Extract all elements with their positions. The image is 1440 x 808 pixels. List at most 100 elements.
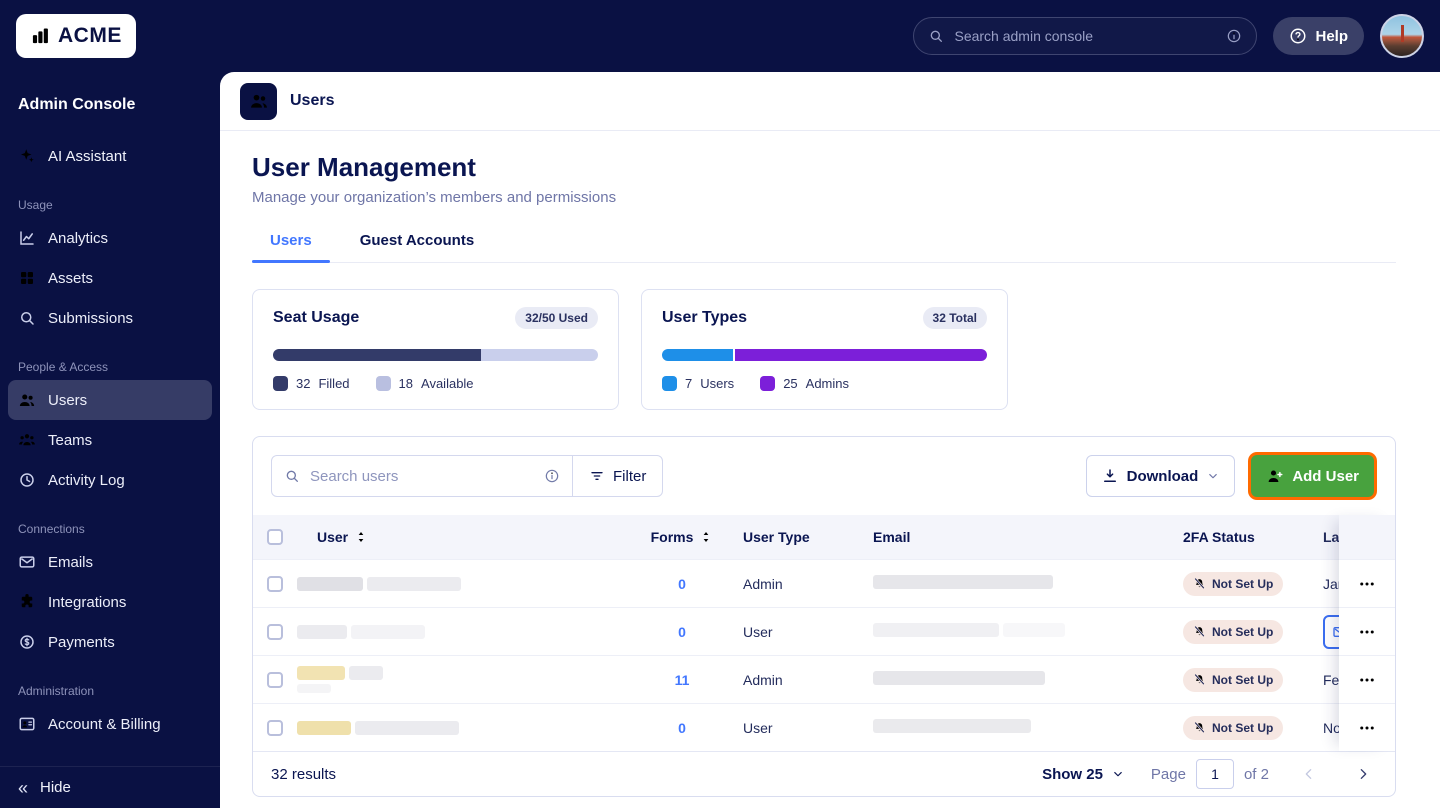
sparkles-icon bbox=[18, 147, 36, 165]
info-icon[interactable] bbox=[544, 468, 560, 484]
next-page-button[interactable] bbox=[1349, 760, 1377, 788]
seat-available-segment bbox=[481, 349, 598, 361]
sidebar-item-users[interactable]: Users bbox=[8, 380, 212, 420]
row-checkbox[interactable] bbox=[267, 672, 283, 688]
sidebar-hide-button[interactable]: « Hide bbox=[0, 766, 220, 808]
user-search bbox=[272, 456, 572, 496]
column-header-user[interactable]: User bbox=[317, 529, 348, 545]
sidebar-item-assets[interactable]: Assets bbox=[8, 258, 212, 298]
row-actions-button[interactable] bbox=[1352, 665, 1382, 695]
sidebar-section-people-access: People & Access bbox=[0, 360, 220, 374]
sidebar-item-label: Users bbox=[48, 392, 87, 409]
page-title: User Management bbox=[252, 152, 1396, 183]
sidebar-item-teams[interactable]: Teams bbox=[8, 420, 212, 460]
user-search-input[interactable] bbox=[310, 468, 534, 485]
clock-icon bbox=[18, 471, 36, 489]
sidebar-item-analytics[interactable]: Analytics bbox=[8, 218, 212, 258]
user-avatar[interactable] bbox=[1380, 14, 1424, 58]
legend-swatch bbox=[760, 376, 775, 391]
table-toolbar: Filter Download Add User bbox=[253, 437, 1395, 515]
sidebar-item-submissions[interactable]: Submissions bbox=[8, 298, 212, 338]
add-user-button[interactable]: Add User bbox=[1251, 455, 1374, 497]
redacted-user-name bbox=[297, 625, 647, 639]
table-row[interactable]: 0 User Not Set Up Nov bbox=[253, 703, 1395, 751]
row-actions-button[interactable] bbox=[1352, 713, 1382, 743]
filter-button[interactable]: Filter bbox=[573, 456, 662, 496]
sidebar-section-usage: Usage bbox=[0, 198, 220, 212]
download-button[interactable]: Download bbox=[1086, 455, 1236, 497]
user-type-cell: User bbox=[743, 720, 873, 736]
row-actions-button[interactable] bbox=[1352, 617, 1382, 647]
search-icon bbox=[284, 468, 300, 484]
sidebar-item-integrations[interactable]: Integrations bbox=[8, 582, 212, 622]
redacted-user-name bbox=[297, 721, 647, 735]
column-header-user-type: User Type bbox=[743, 529, 873, 545]
bell-slash-icon bbox=[1193, 673, 1206, 686]
sidebar-item-payments[interactable]: Payments bbox=[8, 622, 212, 662]
sidebar-item-ai-assistant[interactable]: AI Assistant bbox=[0, 136, 220, 176]
admin-search-input[interactable] bbox=[954, 28, 1216, 44]
puzzle-icon bbox=[18, 593, 36, 611]
id-card-icon bbox=[18, 715, 36, 733]
table-row[interactable]: 0 Admin Not Set Up Jan bbox=[253, 559, 1395, 607]
row-checkbox[interactable] bbox=[267, 720, 283, 736]
page-label: Page bbox=[1151, 766, 1186, 783]
user-types-badge: 32 Total bbox=[923, 307, 987, 329]
sidebar-item-label: Activity Log bbox=[48, 472, 125, 489]
row-checkbox[interactable] bbox=[267, 624, 283, 640]
redacted-email bbox=[873, 575, 1183, 592]
redacted-email bbox=[873, 719, 1183, 736]
sort-icon[interactable] bbox=[699, 530, 713, 544]
grid-icon bbox=[18, 269, 36, 287]
chevron-left-icon bbox=[1301, 766, 1317, 782]
sidebar-item-activity-log[interactable]: Activity Log bbox=[8, 460, 212, 500]
info-icon[interactable] bbox=[1226, 28, 1242, 44]
users-header-icon bbox=[240, 83, 277, 120]
logo-text: ACME bbox=[58, 24, 122, 48]
acme-logo[interactable]: ACME bbox=[16, 14, 136, 58]
logo-mark-icon bbox=[30, 26, 50, 46]
sort-icon[interactable] bbox=[354, 530, 368, 544]
forms-count-link[interactable]: 0 bbox=[678, 720, 686, 736]
chevron-down-icon bbox=[1206, 469, 1220, 483]
tfa-status-badge: Not Set Up bbox=[1183, 620, 1283, 644]
user-type-cell: Admin bbox=[743, 672, 873, 688]
tab-guest-accounts[interactable]: Guest Accounts bbox=[342, 232, 492, 262]
previous-page-button[interactable] bbox=[1295, 760, 1323, 788]
seat-filled-segment bbox=[273, 349, 481, 361]
download-label: Download bbox=[1127, 468, 1199, 485]
help-button[interactable]: Help bbox=[1273, 17, 1364, 55]
sidebar-item-label: Integrations bbox=[48, 594, 126, 611]
table-row[interactable]: 11 Admin Not Set Up Feb bbox=[253, 655, 1395, 703]
hide-label: Hide bbox=[40, 779, 71, 796]
page-size-select[interactable]: Show 25 bbox=[1042, 766, 1125, 783]
row-checkbox[interactable] bbox=[267, 576, 283, 592]
card-title: Seat Usage bbox=[273, 309, 359, 327]
column-header-forms[interactable]: Forms bbox=[651, 529, 694, 545]
forms-count-link[interactable]: 0 bbox=[678, 576, 686, 592]
select-all-checkbox[interactable] bbox=[267, 529, 283, 545]
forms-count-link[interactable]: 11 bbox=[675, 672, 690, 688]
chevron-right-icon bbox=[1355, 766, 1371, 782]
sidebar-item-emails[interactable]: Emails bbox=[8, 542, 212, 582]
sidebar-item-account-billing[interactable]: Account & Billing bbox=[8, 704, 212, 744]
table-header-row: User Forms User Type Email 2FA Status La… bbox=[253, 515, 1395, 559]
sidebar-item-label: Teams bbox=[48, 432, 92, 449]
sidebar-item-label: Assets bbox=[48, 270, 93, 287]
add-user-label: Add User bbox=[1292, 468, 1359, 485]
forms-count-link[interactable]: 0 bbox=[678, 624, 686, 640]
download-icon bbox=[1101, 467, 1119, 485]
panel-header: Users bbox=[220, 72, 1440, 131]
row-actions-button[interactable] bbox=[1352, 569, 1382, 599]
panel-header-title: Users bbox=[290, 92, 334, 110]
tab-users[interactable]: Users bbox=[252, 232, 330, 262]
page-number-input[interactable] bbox=[1196, 759, 1234, 789]
users-table-container: Filter Download Add User bbox=[252, 436, 1396, 797]
topbar: ACME Help bbox=[0, 0, 1440, 72]
table-row[interactable]: 0 User Not Set Up bbox=[253, 607, 1395, 655]
actions-column bbox=[1339, 515, 1395, 751]
seat-usage-card: Seat Usage 32/50 Used 32 Filled 18 bbox=[252, 289, 619, 410]
main-panel: Users User Management Manage your organi… bbox=[220, 72, 1440, 808]
sidebar-item-label: Emails bbox=[48, 554, 93, 571]
people-group-icon bbox=[18, 431, 36, 449]
